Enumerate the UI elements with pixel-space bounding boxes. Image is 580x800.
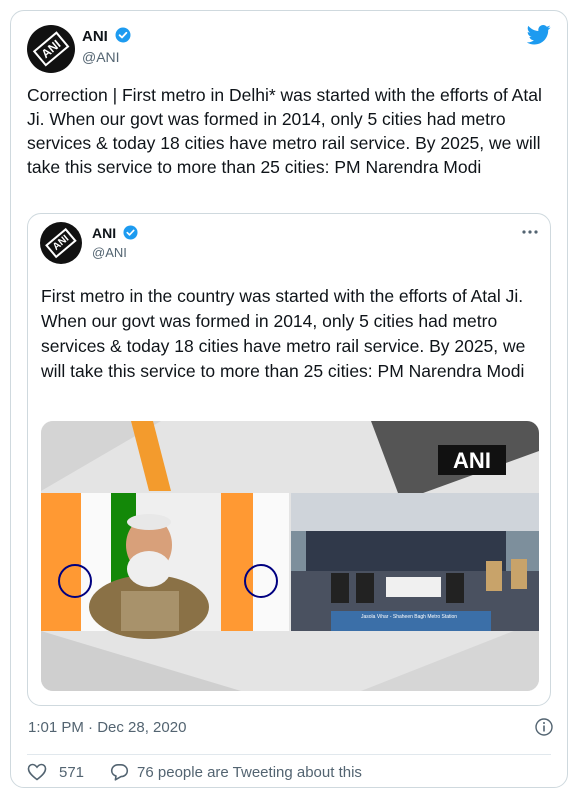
reply-button[interactable]: 76 people are Tweeting about this bbox=[110, 763, 362, 781]
like-button[interactable]: 571 bbox=[27, 763, 84, 781]
reply-count-text: 76 people are Tweeting about this bbox=[137, 763, 362, 781]
video-frame-illustration: Jasola Vihar - Shaheen Bagh Metro Statio… bbox=[41, 421, 539, 691]
quoted-tweet-text: First metro in the country was started w… bbox=[41, 286, 526, 381]
tweet-card[interactable]: ANI ANI @ANI Correction | First metro in… bbox=[10, 10, 568, 788]
tweet-timestamp[interactable]: 1:01 PM · Dec 28, 2020 bbox=[28, 719, 186, 736]
author-name[interactable]: ANI bbox=[82, 27, 131, 45]
more-options-icon[interactable] bbox=[522, 229, 538, 235]
quoted-author-handle[interactable]: @ANI bbox=[92, 245, 127, 260]
quoted-verified-badge-icon bbox=[123, 225, 138, 240]
quoted-tweet[interactable]: ANI ANI @ANI First metro in the country … bbox=[27, 213, 551, 706]
media-watermark-text: ANI bbox=[453, 448, 491, 473]
verified-badge-icon bbox=[115, 27, 131, 43]
quoted-author-name[interactable]: ANI bbox=[92, 225, 138, 241]
quoted-ani-logo: ANI bbox=[45, 227, 77, 259]
video-thumbnail[interactable]: Jasola Vihar - Shaheen Bagh Metro Statio… bbox=[41, 421, 539, 691]
author-avatar[interactable]: ANI bbox=[27, 25, 75, 73]
ani-logo: ANI bbox=[32, 31, 70, 67]
heart-icon bbox=[27, 763, 47, 781]
action-row: 571 76 people are Tweeting about this bbox=[27, 763, 362, 781]
twitter-bird-icon[interactable] bbox=[527, 25, 551, 45]
author-name-text: ANI bbox=[82, 28, 108, 45]
like-count: 571 bbox=[59, 763, 85, 781]
info-icon[interactable] bbox=[535, 718, 553, 736]
author-handle[interactable]: @ANI bbox=[82, 49, 120, 65]
tweet-text: Correction | First metro in Delhi* was s… bbox=[27, 85, 542, 177]
media-caption-text: Jasola Vihar - Shaheen Bagh Metro Statio… bbox=[361, 614, 457, 620]
quoted-author-name-text: ANI bbox=[92, 225, 117, 241]
divider bbox=[27, 754, 551, 755]
reply-bubble-icon bbox=[110, 764, 129, 781]
quoted-author-avatar[interactable]: ANI bbox=[40, 222, 82, 264]
